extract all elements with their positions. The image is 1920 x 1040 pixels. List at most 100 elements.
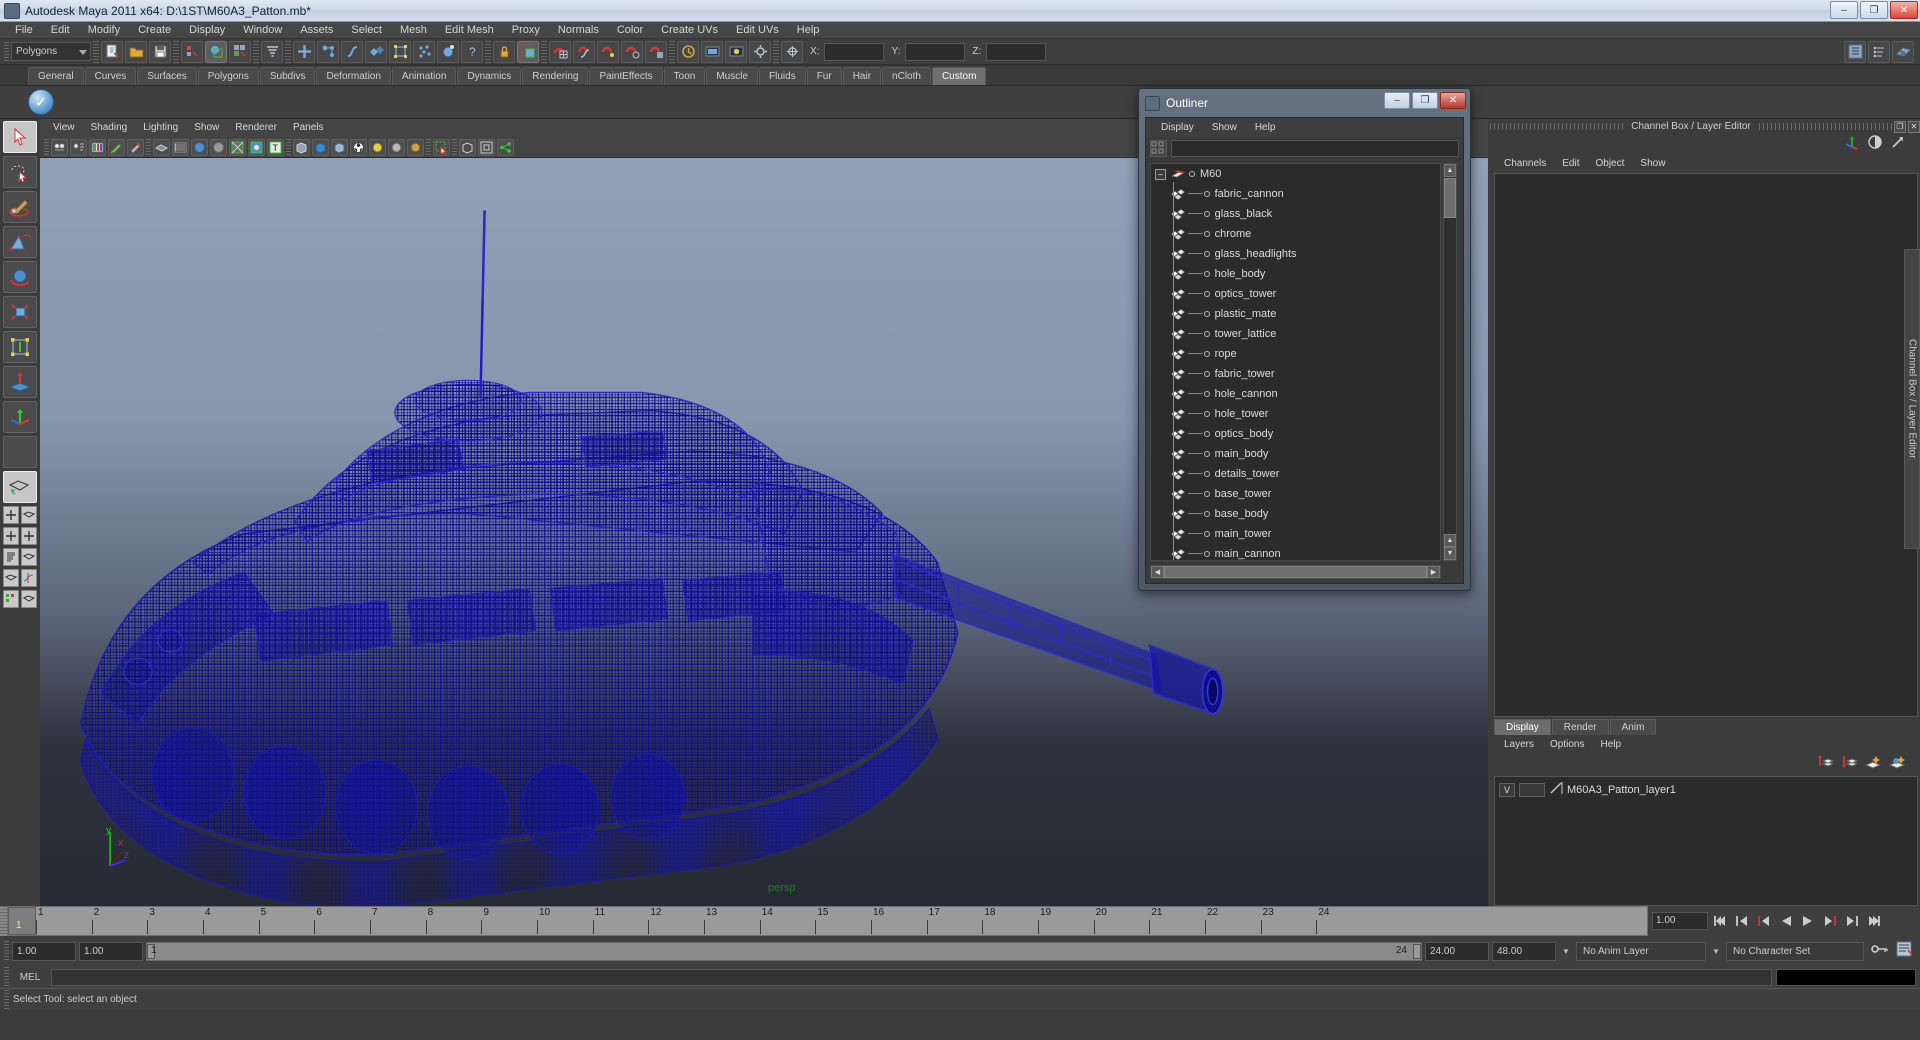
shelf-tab-fur[interactable]: Fur [806, 67, 842, 85]
shelf-tab-deformation[interactable]: Deformation [316, 67, 391, 85]
outliner-vertical-scrollbar[interactable]: ▲ ▲ ▼ [1443, 163, 1457, 561]
play-forwards-icon[interactable] [1798, 911, 1818, 931]
use-default-light-icon[interactable] [369, 138, 386, 156]
wireframe-shading-icon[interactable] [153, 138, 170, 156]
y-coord-field[interactable] [905, 42, 966, 61]
attribute-editor-side-tab[interactable]: Channel Box / Layer Editor [1904, 249, 1920, 549]
outliner-item-label[interactable]: optics_tower [1215, 288, 1277, 300]
outliner-root-label[interactable]: M60 [1200, 168, 1221, 180]
outliner-item-label[interactable]: tower_lattice [1215, 328, 1277, 340]
outliner-item-label[interactable]: hole_tower [1215, 408, 1269, 420]
menu-item-edit-uvs[interactable]: Edit UVs [727, 22, 788, 39]
shelf-tab-subdivs[interactable]: Subdivs [259, 67, 316, 85]
xray-joints-icon[interactable] [331, 138, 348, 156]
menu-item-modify[interactable]: Modify [79, 22, 129, 39]
outliner-item-row[interactable]: ── base_tower [1151, 484, 1440, 504]
step-forward-frame-icon[interactable] [1820, 911, 1840, 931]
menu-item-assets[interactable]: Assets [291, 22, 342, 39]
dock-restore-button[interactable]: ❐ [1894, 120, 1907, 133]
shelf-tab-fluids[interactable]: Fluids [759, 67, 806, 85]
open-scene-icon[interactable] [125, 40, 147, 63]
menu-item-edit-mesh[interactable]: Edit Mesh [436, 22, 503, 39]
outliner-search-input[interactable] [1171, 139, 1459, 157]
menu-item-display[interactable]: Display [180, 22, 234, 39]
lasso-tool-icon[interactable] [3, 156, 37, 188]
show-channel-box-icon[interactable] [1892, 40, 1914, 63]
shelf-tab-ncloth[interactable]: nCloth [882, 67, 931, 85]
rotate-tool-icon[interactable] [3, 261, 37, 293]
animation-preferences-icon[interactable] [1896, 941, 1920, 962]
outliner-item-row[interactable]: ── glass_headlights [1151, 244, 1440, 264]
outliner-menu-help[interactable]: Help [1246, 122, 1285, 133]
move-layer-down-icon[interactable] [1840, 754, 1859, 775]
outliner-item-row[interactable]: ── base_body [1151, 504, 1440, 524]
create-empty-layer-icon[interactable] [1864, 754, 1882, 775]
viewport-menu-view[interactable]: View [46, 122, 82, 133]
share-viewport-icon[interactable] [497, 138, 514, 156]
z-coord-field[interactable] [986, 42, 1047, 61]
select-by-component-type-icon[interactable] [229, 40, 251, 63]
image-plane-icon[interactable] [89, 138, 106, 156]
snap-to-projected-center-icon[interactable] [621, 40, 643, 63]
select-camera-icon[interactable] [51, 138, 68, 156]
outliner-tree[interactable]: – M60 ── fabric_cannon ── glass_black ── chrome… [1150, 163, 1441, 561]
viewport-menu-panels[interactable]: Panels [286, 122, 331, 133]
show-tool-settings-icon[interactable] [1868, 40, 1890, 63]
outliner-item-label[interactable]: fabric_cannon [1215, 188, 1284, 200]
go-to-end-icon[interactable] [1864, 911, 1884, 931]
current-frame-field[interactable]: 1.00 [1652, 912, 1708, 930]
outliner-menu-display[interactable]: Display [1152, 122, 1203, 133]
select-deformations-icon[interactable] [389, 40, 411, 63]
new-scene-icon[interactable] [101, 40, 123, 63]
outliner-item-label[interactable]: hole_cannon [1215, 388, 1278, 400]
hypershade-layout-icon[interactable] [3, 590, 19, 608]
time-slider-grip[interactable] [0, 906, 7, 936]
select-surfaces-icon[interactable] [365, 40, 387, 63]
outliner-item-row[interactable]: ── optics_body [1151, 424, 1440, 444]
viewport-menu-shading[interactable]: Shading [84, 122, 135, 133]
channel-menu-edit[interactable]: Edit [1554, 158, 1587, 169]
outliner-item-label[interactable]: main_body [1215, 448, 1269, 460]
outliner-hscroll-thumb[interactable] [1164, 566, 1427, 578]
construction-history-icon[interactable] [677, 40, 699, 63]
auto-key-icon[interactable] [1867, 942, 1893, 961]
outliner-item-label[interactable]: optics_body [1215, 428, 1274, 440]
outliner-item-row[interactable]: ── main_cannon [1151, 544, 1440, 560]
menu-item-color[interactable]: Color [608, 22, 652, 39]
menu-item-mesh[interactable]: Mesh [391, 22, 436, 39]
outliner-item-row[interactable]: ── glass_black [1151, 204, 1440, 224]
toggle-pivot-icon[interactable] [781, 40, 803, 63]
soft-modification-tool-icon[interactable] [3, 366, 37, 398]
step-forward-key-icon[interactable] [1842, 911, 1862, 931]
outliner-item-row[interactable]: ── details_tower [1151, 464, 1440, 484]
universal-manipulator-icon[interactable] [3, 331, 37, 363]
select-rendering-icon[interactable] [437, 40, 459, 63]
grease-pencil-icon[interactable] [127, 138, 144, 156]
select-curves-icon[interactable] [341, 40, 363, 63]
dock-close-button[interactable]: ✕ [1908, 120, 1920, 133]
help-line-grip[interactable] [4, 989, 9, 1010]
create-layer-from-selected-icon[interactable] [1888, 754, 1906, 775]
outliner-item-row[interactable]: ── chrome [1151, 224, 1440, 244]
outliner-scroll-thumb[interactable] [1444, 178, 1456, 218]
layer-menu-options[interactable]: Options [1542, 739, 1592, 750]
outliner-horizontal-scrollbar[interactable]: ◀ ▶ [1150, 565, 1441, 579]
menu-item-edit[interactable]: Edit [42, 22, 79, 39]
layer-row[interactable]: V M60A3_Patton_layer1 [1499, 781, 1913, 798]
outliner-item-row[interactable]: ── main_body [1151, 444, 1440, 464]
playback-end-time-field[interactable]: 24.00 [1425, 941, 1489, 961]
playback-start-time-field[interactable]: 1.00 [79, 941, 143, 961]
mel-command-input[interactable] [51, 968, 1772, 986]
outliner-item-row[interactable]: ── plastic_mate [1151, 304, 1440, 324]
render-settings-icon[interactable] [749, 40, 771, 63]
range-handle-right[interactable] [1413, 943, 1421, 959]
select-by-object-type-icon[interactable] [205, 40, 227, 63]
shelf-tab-polygons[interactable]: Polygons [197, 67, 259, 85]
smoothness-display-icon[interactable] [478, 138, 495, 156]
range-slider-grip[interactable] [4, 941, 9, 961]
outliner-item-row[interactable]: ── fabric_tower [1151, 364, 1440, 384]
xray-shading-icon[interactable] [293, 138, 310, 156]
menu-item-file[interactable]: File [6, 22, 42, 39]
smooth-shade-all-icon[interactable] [172, 138, 189, 156]
close-button[interactable]: ✕ [1890, 1, 1918, 19]
